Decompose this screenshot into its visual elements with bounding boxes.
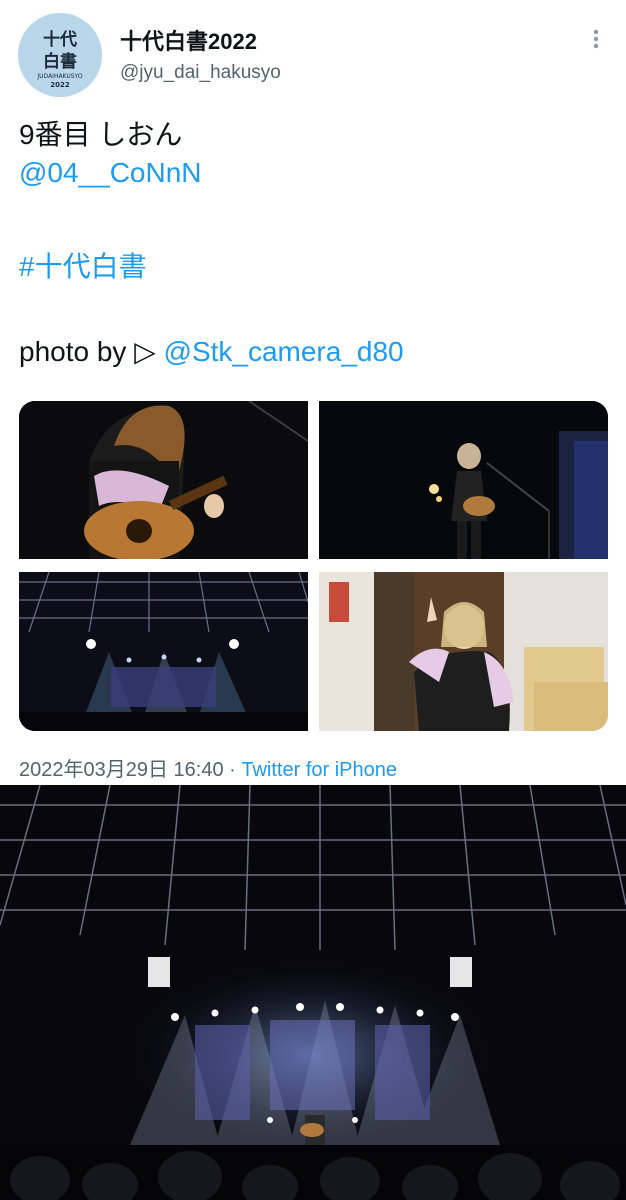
svg-text:JUDAIHAKUSYO: JUDAIHAKUSYO: [36, 73, 82, 80]
source-link[interactable]: Twitter for iPhone: [241, 759, 397, 781]
svg-text:十代: 十代: [43, 29, 77, 50]
tweet-meta: 2022年03月29日 16:40 · Twitter for iPhone: [19, 753, 397, 782]
avatar-logo-icon: 十代 白書 JUDAIHAKUSYO 2022: [18, 13, 102, 97]
photo-grid: [19, 401, 608, 731]
display-name[interactable]: 十代白書2022: [120, 24, 257, 56]
photographer-mention-link[interactable]: @Stk_camera_d80: [164, 336, 404, 367]
meta-separator: ·: [223, 759, 242, 781]
concert-stage-wide-photo[interactable]: [19, 572, 308, 731]
backstage-peace-sign-photo[interactable]: [319, 572, 608, 731]
photo-credit-prefix: photo by ▷: [19, 336, 164, 367]
guitarist-closeup-photo[interactable]: [19, 401, 308, 559]
performer-on-stage-photo[interactable]: [319, 401, 608, 559]
concert-hall-photo[interactable]: [0, 785, 626, 1200]
user-handle[interactable]: @jyu_dai_hakusyo: [120, 62, 281, 84]
svg-text:白書: 白書: [43, 51, 77, 72]
svg-text:2022: 2022: [50, 81, 70, 89]
more-options-icon[interactable]: [578, 24, 614, 54]
photo-credit: photo by ▷ @Stk_camera_d80: [19, 335, 404, 368]
hashtag-link[interactable]: #十代白書: [19, 245, 147, 285]
avatar[interactable]: 十代 白書 JUDAIHAKUSYO 2022: [18, 13, 102, 97]
mention-link[interactable]: @04__CoNnN: [19, 157, 202, 189]
timestamp[interactable]: 2022年03月29日 16:40: [19, 759, 224, 781]
tweet-text-line: 9番目 しおん: [19, 119, 183, 150]
